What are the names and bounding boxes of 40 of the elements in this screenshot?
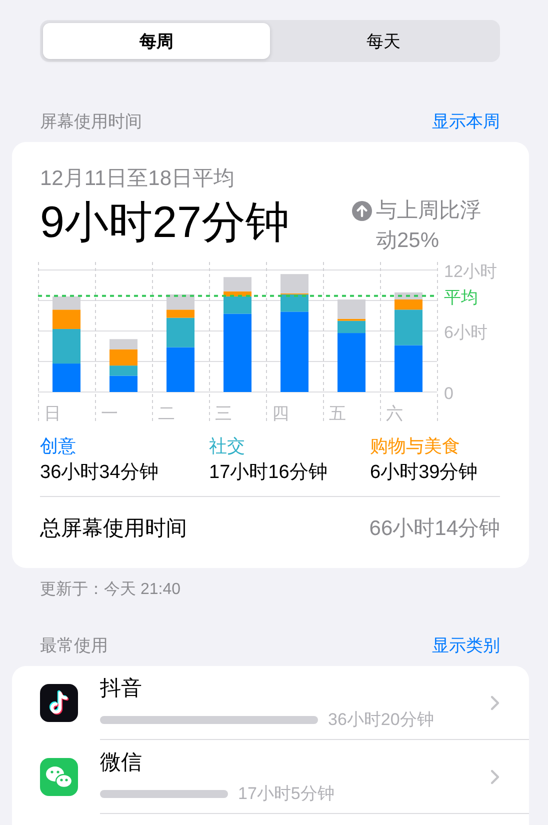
axis-label: 6小时 bbox=[444, 323, 488, 342]
change-text: 与上周比浮动25% bbox=[376, 198, 482, 254]
axis-label: 一 bbox=[101, 404, 118, 423]
section-title: 最常使用 bbox=[40, 634, 108, 656]
axis-label: 三 bbox=[215, 404, 232, 423]
period-label: 12月11日至18日平均 bbox=[40, 166, 236, 192]
axis-label: 二 bbox=[158, 404, 175, 423]
updated-label: 更新于：今天 21:40 bbox=[40, 580, 182, 600]
segment-tab[interactable]: 每天 bbox=[270, 23, 497, 59]
axis-label: 日 bbox=[44, 404, 61, 423]
arrow-up-circle-icon bbox=[352, 201, 372, 221]
category-name: 社交 bbox=[209, 435, 246, 458]
axis-label: 六 bbox=[386, 404, 403, 423]
axis-label: 五 bbox=[329, 404, 346, 423]
chat-bubbles-app-icon bbox=[40, 758, 78, 796]
axis-label: 12小时 bbox=[444, 262, 497, 281]
section-link[interactable]: 显示本周 bbox=[432, 110, 500, 132]
total-value: 66小时14分钟 bbox=[369, 516, 500, 542]
category-name: 创意 bbox=[40, 435, 77, 458]
axis-label: 四 bbox=[272, 404, 289, 423]
average-time: 9小时27分钟 bbox=[40, 197, 290, 249]
category-time: 17小时16分钟 bbox=[209, 461, 328, 485]
category-name: 购物与美食 bbox=[370, 435, 461, 458]
music-note-app-icon bbox=[40, 684, 78, 722]
section-title: 屏幕使用时间 bbox=[40, 110, 142, 132]
total-label: 总屏幕使用时间 bbox=[40, 516, 187, 542]
app-name: 抖音 bbox=[100, 676, 143, 702]
section-link[interactable]: 显示类别 bbox=[432, 634, 500, 656]
average-label: 平均 bbox=[444, 288, 478, 307]
chart-bar bbox=[394, 345, 422, 392]
segment-tab[interactable]: 每周 bbox=[43, 23, 270, 59]
usage-time: 36小时20分钟 bbox=[328, 709, 434, 731]
chevron-right-icon bbox=[490, 769, 500, 785]
axis-label: 0 bbox=[444, 384, 454, 403]
usage-time: 17小时5分钟 bbox=[238, 783, 334, 805]
chart-bar bbox=[52, 364, 80, 392]
app-name: 微信 bbox=[100, 750, 143, 776]
chevron-right-icon bbox=[490, 695, 500, 711]
category-time: 36小时34分钟 bbox=[40, 461, 160, 485]
category-time: 6小时39分钟 bbox=[370, 461, 478, 485]
